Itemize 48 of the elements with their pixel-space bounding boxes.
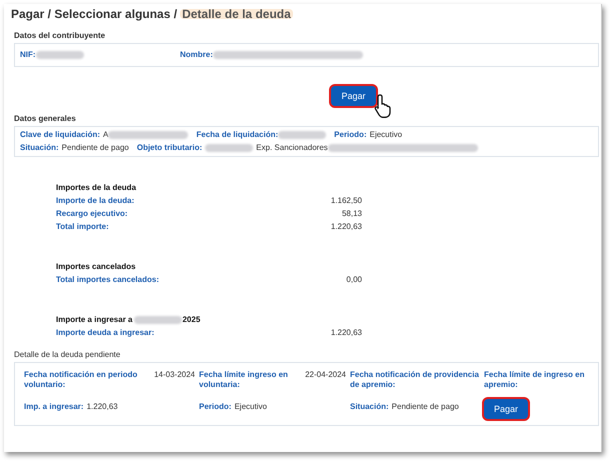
field-label: Nombre: (180, 50, 213, 60)
redacted-value (36, 50, 84, 59)
field-label: NIF: (20, 50, 36, 60)
redacted-value (205, 144, 254, 152)
amount-label: Recargo ejecutivo: (56, 209, 128, 219)
amount-value: 58,13 (342, 209, 362, 219)
field-value: Pendiente de pago (62, 143, 129, 153)
field-value: Ejecutivo (234, 402, 267, 412)
amount-label: Total importes cancelados: (56, 275, 159, 285)
field-label: Periodo: (199, 402, 232, 412)
pay-button[interactable]: Pagar (484, 399, 528, 419)
group-title-year: 2025 (182, 315, 200, 325)
field-label: Fecha de liquidación: (196, 130, 278, 140)
amount-value: 1.162,50 (330, 196, 362, 206)
field-value: 22-04-2024 (305, 370, 346, 380)
amount-label: Importe deuda a ingresar: (56, 328, 154, 338)
field-value: Ejecutivo (370, 130, 402, 140)
field-label: Imp. a ingresar: (24, 402, 84, 412)
breadcrumb-current: Detalle de la deuda (180, 9, 293, 19)
field-label: Objeto tributario: (136, 143, 202, 153)
group-title: Importe a ingresar a (56, 315, 132, 325)
amount-value: 1.220,63 (330, 328, 362, 338)
field-value: 1.220,63 (86, 402, 118, 412)
field-label: Situación: (350, 402, 389, 412)
breadcrumb-path: Pagar / Seleccionar algunas / (11, 9, 178, 19)
field-label: Clave de liquidación: (20, 130, 100, 140)
field-label: Fecha notificación en periodo voluntario: (24, 370, 138, 390)
section-title: Datos del contribuyente (14, 31, 106, 41)
section-title: Detalle de la deuda pendiente (14, 350, 122, 360)
field-value: Exp. Sancionadores (256, 143, 328, 153)
redacted-value (278, 130, 326, 139)
field-label: Fecha notificación de providencia de apremio: (350, 370, 480, 390)
field-value: 14-03-2024 (154, 370, 195, 380)
field-label: Situación: (20, 143, 59, 153)
field-value: A (103, 130, 108, 140)
field-label: Fecha límite de ingreso en apremio: (484, 370, 586, 390)
group-title: Importes de la deuda (56, 183, 136, 193)
field-label: Fecha límite ingreso en voluntaria: (199, 370, 289, 390)
amount-value: 0,00 (346, 275, 362, 285)
redacted-value (134, 316, 182, 324)
group-title: Importes cancelados (56, 262, 136, 272)
pay-button[interactable]: Pagar (331, 86, 376, 106)
amount-label: Importe de la deuda: (56, 196, 134, 206)
field-value: Pendiente de pago (392, 402, 459, 412)
amount-value: 1.220,63 (330, 222, 362, 232)
amount-label: Total importe: (56, 222, 109, 232)
section-title: Datos generales (14, 114, 77, 124)
field-label: Periodo: (334, 130, 367, 140)
